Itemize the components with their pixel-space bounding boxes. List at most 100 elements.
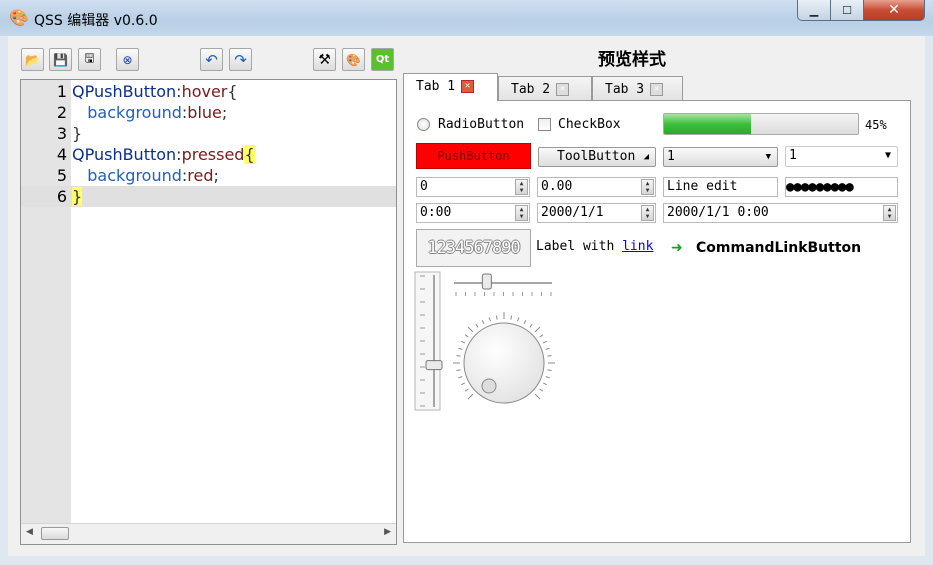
time-edit[interactable]: 0:00 ▲ ▼ (416, 203, 530, 223)
tab-close-icon[interactable]: ✕ (650, 83, 664, 96)
dial-tick (458, 376, 463, 379)
maximize-button[interactable]: ☐ (830, 0, 864, 21)
line-number: 2 (56, 103, 67, 122)
palette-button[interactable]: 🎨 (342, 48, 365, 71)
dial-tick (475, 323, 479, 328)
lcd-number: 1234567890 (416, 229, 531, 267)
slider-dial-group (414, 271, 555, 411)
dial-tick (461, 382, 466, 386)
datetime-value: 2000/1/1 0:00 (667, 205, 769, 220)
dial-tick (461, 340, 466, 344)
code-line: 2 background:blue; (21, 102, 396, 123)
close-file-button[interactable]: ⊗ (116, 48, 139, 71)
tool-button[interactable]: ToolButton ◢ (538, 147, 656, 167)
code-line: 1 QPushButton:hover{ (21, 81, 396, 102)
preview-title: 预览样式 (598, 50, 666, 70)
link-label: Label with link (536, 239, 653, 254)
dial-tick (456, 369, 461, 372)
redo-button[interactable]: ↷ (229, 48, 252, 71)
spin-arrows-icon[interactable]: ▲ ▼ (883, 205, 896, 221)
tab-3[interactable]: Tab 3 ✕ (592, 76, 683, 101)
dial-tick (545, 376, 550, 379)
tools-button[interactable]: ⚒ (313, 48, 336, 71)
radio-label: RadioButton (438, 117, 525, 132)
client-area: 📂 💾 🖫 ⊗ ↶ ↷ ⚒ 🎨 Qt 1 QPushButton:hover{ … (8, 36, 925, 556)
checkbox[interactable] (538, 118, 551, 131)
line-edit-text: Line edit (667, 179, 738, 194)
selector-token: QPushButton (72, 82, 177, 101)
palette-icon: 🎨 (346, 52, 361, 67)
tab-label: Tab 1 (416, 79, 456, 94)
push-button-label: PushButton (437, 149, 510, 163)
semicolon-token: ; (221, 103, 228, 122)
date-edit[interactable]: 2000/1/1 ▲ ▼ (537, 203, 656, 223)
brace-token-highlighted: { (244, 145, 255, 164)
dial-tick (464, 388, 469, 392)
line-number: 3 (56, 124, 67, 143)
int-spin-box[interactable]: 0 ▲ ▼ (416, 177, 530, 197)
dial-tick (517, 317, 520, 322)
label-prefix: Label with (536, 239, 623, 254)
scroll-thumb[interactable] (41, 527, 69, 540)
combo-value: 1 (667, 149, 675, 164)
minimize-button[interactable]: ▁ (797, 0, 831, 21)
vertical-slider[interactable] (414, 271, 443, 411)
chevron-down-icon: ▼ (884, 150, 891, 161)
code-line: 5 background:red; (21, 165, 396, 186)
lcd-digits: 1234567890 (427, 238, 520, 258)
radio-button[interactable] (417, 118, 430, 131)
push-button[interactable]: PushButton (416, 143, 531, 169)
horizontal-scrollbar[interactable]: ◀ ▶ (21, 523, 396, 544)
save-as-button[interactable]: 🖫 (78, 48, 101, 71)
password-field[interactable]: ●●●●●●●●● (785, 177, 898, 197)
tools-icon: ⚒ (318, 51, 331, 68)
open-button[interactable]: 📂 (21, 48, 44, 71)
close-file-icon: ⊗ (122, 52, 133, 67)
semicolon-token: ; (213, 166, 219, 185)
dial-tick (488, 317, 491, 322)
close-button[interactable]: ✕ (863, 0, 925, 21)
spin-arrows-icon[interactable]: ▲ ▼ (641, 205, 654, 221)
line-number: 6 (56, 187, 67, 206)
dial-tick (542, 382, 547, 386)
tab-1[interactable]: Tab 1 ✕ (403, 73, 498, 101)
qt-button[interactable]: Qt (371, 48, 394, 71)
tab-close-icon[interactable]: ✕ (556, 83, 570, 96)
value-token: red (187, 166, 214, 185)
password-dots: ●●●●●●●●● (786, 179, 854, 195)
spin-arrows-icon[interactable]: ▲ ▼ (515, 205, 528, 221)
qt-icon: Qt (375, 54, 390, 65)
window-title: QSS 编辑器 v0.6.0 (34, 13, 158, 29)
spin-arrows-icon[interactable]: ▲ ▼ (641, 179, 654, 195)
double-spin-box[interactable]: 0.00 ▲ ▼ (537, 177, 656, 197)
dial-tick (464, 334, 469, 338)
tab-label: Tab 2 (511, 82, 551, 97)
dial-tick (481, 320, 485, 325)
value-token: blue (187, 103, 222, 122)
minimize-icon: ▁ (809, 3, 819, 17)
label-link[interactable]: link (622, 239, 653, 254)
dial[interactable] (453, 312, 555, 404)
brace-token-highlighted: } (72, 187, 83, 206)
combo-box-2[interactable]: 1 ▼ (785, 146, 898, 167)
scroll-left-icon[interactable]: ◀ (26, 527, 33, 537)
code-editor[interactable]: 1 QPushButton:hover{ 2 background:blue; … (20, 79, 397, 545)
line-number: 1 (56, 82, 67, 101)
dial-tick (529, 323, 533, 328)
dial-tick (510, 315, 513, 320)
command-link-button[interactable]: CommandLinkButton (696, 240, 861, 256)
combo-box-1[interactable]: 1 ▼ (663, 147, 778, 167)
progress-fill (664, 114, 752, 134)
scroll-right-icon[interactable]: ▶ (384, 527, 391, 537)
datetime-edit[interactable]: 2000/1/1 0:00 ▲ ▼ (663, 203, 898, 223)
undo-button[interactable]: ↶ (200, 48, 223, 71)
spin-arrows-icon[interactable]: ▲ ▼ (515, 179, 528, 195)
save-button[interactable]: 💾 (49, 48, 72, 71)
brace-token: } (72, 124, 83, 143)
pseudo-token: pressed (181, 145, 245, 164)
chevron-down-icon: ▼ (765, 152, 771, 162)
tab-close-icon[interactable]: ✕ (461, 80, 475, 93)
tab-2[interactable]: Tab 2 ✕ (498, 76, 592, 101)
horizontal-slider[interactable] (454, 273, 552, 296)
line-edit[interactable]: Line edit (663, 177, 778, 197)
